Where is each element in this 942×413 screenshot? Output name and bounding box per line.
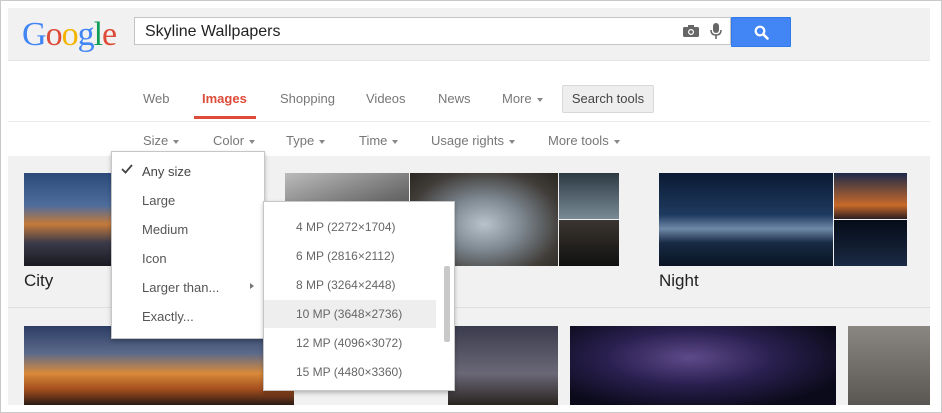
checkmark-icon xyxy=(121,164,133,174)
search-query-text: Skyline Wallpapers xyxy=(145,23,281,40)
tab-images[interactable]: Images xyxy=(202,91,247,106)
search-icon xyxy=(754,25,769,40)
size-option-larger-than[interactable]: Larger than... xyxy=(142,280,219,295)
chevron-down-icon xyxy=(319,139,326,144)
tool-color[interactable]: Color xyxy=(213,133,256,148)
active-tab-indicator xyxy=(194,116,256,119)
chevron-down-icon xyxy=(392,139,399,144)
larger-than-submenu: 4 MP (2272×1704) 6 MP (2816×2112) 8 MP (… xyxy=(263,201,455,391)
google-logo[interactable]: Google xyxy=(22,16,117,53)
megapixel-option-12[interactable]: 12 MP (4096×3072) xyxy=(264,329,436,357)
search-button[interactable] xyxy=(731,17,791,47)
skyline-thumbnail[interactable] xyxy=(570,326,836,405)
megapixel-option-6[interactable]: 6 MP (2816×2112) xyxy=(264,242,436,270)
tool-size-label: Size xyxy=(143,133,169,148)
tool-type-label: Type xyxy=(286,133,315,148)
car-thumbnail[interactable] xyxy=(559,173,619,219)
chevron-down-icon xyxy=(613,139,620,144)
header-bar: Google Skyline Wallpapers xyxy=(8,8,930,61)
tool-color-label: Color xyxy=(213,133,245,148)
chevron-down-icon xyxy=(173,139,180,144)
tab-videos[interactable]: Videos xyxy=(366,91,406,106)
tool-type[interactable]: Type xyxy=(286,133,326,148)
size-option-icon[interactable]: Icon xyxy=(142,251,167,266)
google-images-page: Google Skyline Wallpapers Web Images Sho… xyxy=(8,8,930,405)
chevron-right-icon xyxy=(250,283,254,289)
logo-letter: g xyxy=(77,16,95,53)
tab-news[interactable]: News xyxy=(438,91,471,106)
night-thumbnail[interactable] xyxy=(834,220,907,266)
size-option-exactly[interactable]: Exactly... xyxy=(142,309,194,324)
tab-web[interactable]: Web xyxy=(143,91,170,106)
submenu-scrollbar[interactable] xyxy=(444,266,450,342)
night-thumbnail[interactable] xyxy=(834,173,907,219)
size-option-any[interactable]: Any size xyxy=(142,164,191,179)
caption-city[interactable]: City xyxy=(24,271,53,291)
logo-letter: l xyxy=(93,16,104,53)
vertical-tabs: Web Images Shopping Videos News More Sea… xyxy=(8,61,930,122)
logo-letter: G xyxy=(22,16,47,53)
city-thumbnail[interactable] xyxy=(24,173,120,266)
logo-letter: o xyxy=(61,16,79,53)
car-thumbnail[interactable] xyxy=(559,220,619,266)
logo-letter: e xyxy=(102,16,117,53)
chevron-down-icon xyxy=(508,139,515,144)
tool-usage-rights-label: Usage rights xyxy=(431,133,504,148)
size-option-medium[interactable]: Medium xyxy=(142,222,188,237)
microphone-icon[interactable] xyxy=(710,23,722,40)
search-tools-button[interactable]: Search tools xyxy=(562,85,654,113)
tab-shopping[interactable]: Shopping xyxy=(280,91,335,106)
megapixel-option-4[interactable]: 4 MP (2272×1704) xyxy=(264,213,436,241)
skyline-thumbnail[interactable] xyxy=(448,326,558,405)
tab-more[interactable]: More xyxy=(502,91,543,106)
size-option-large[interactable]: Large xyxy=(142,193,175,208)
megapixel-option-10[interactable]: 10 MP (3648×2736) xyxy=(264,300,436,328)
search-input[interactable]: Skyline Wallpapers xyxy=(134,17,731,45)
tool-more-tools-label: More tools xyxy=(548,133,609,148)
camera-icon[interactable] xyxy=(683,25,699,37)
tool-size[interactable]: Size xyxy=(143,133,180,148)
skyline-thumbnail[interactable] xyxy=(848,326,930,405)
tool-usage-rights[interactable]: Usage rights xyxy=(431,133,515,148)
megapixel-option-8[interactable]: 8 MP (3264×2448) xyxy=(264,271,436,299)
tool-time[interactable]: Time xyxy=(359,133,399,148)
size-dropdown-menu: Any size Large Medium Icon Larger than..… xyxy=(111,151,265,339)
tool-more-tools[interactable]: More tools xyxy=(548,133,620,148)
logo-letter: o xyxy=(45,16,63,53)
night-thumbnail[interactable] xyxy=(659,173,833,266)
chevron-down-icon xyxy=(249,139,256,144)
tool-time-label: Time xyxy=(359,133,388,148)
megapixel-option-15[interactable]: 15 MP (4480×3360) xyxy=(264,358,436,386)
caption-night[interactable]: Night xyxy=(659,271,699,291)
tab-more-label: More xyxy=(502,91,532,106)
chevron-down-icon xyxy=(536,97,543,102)
